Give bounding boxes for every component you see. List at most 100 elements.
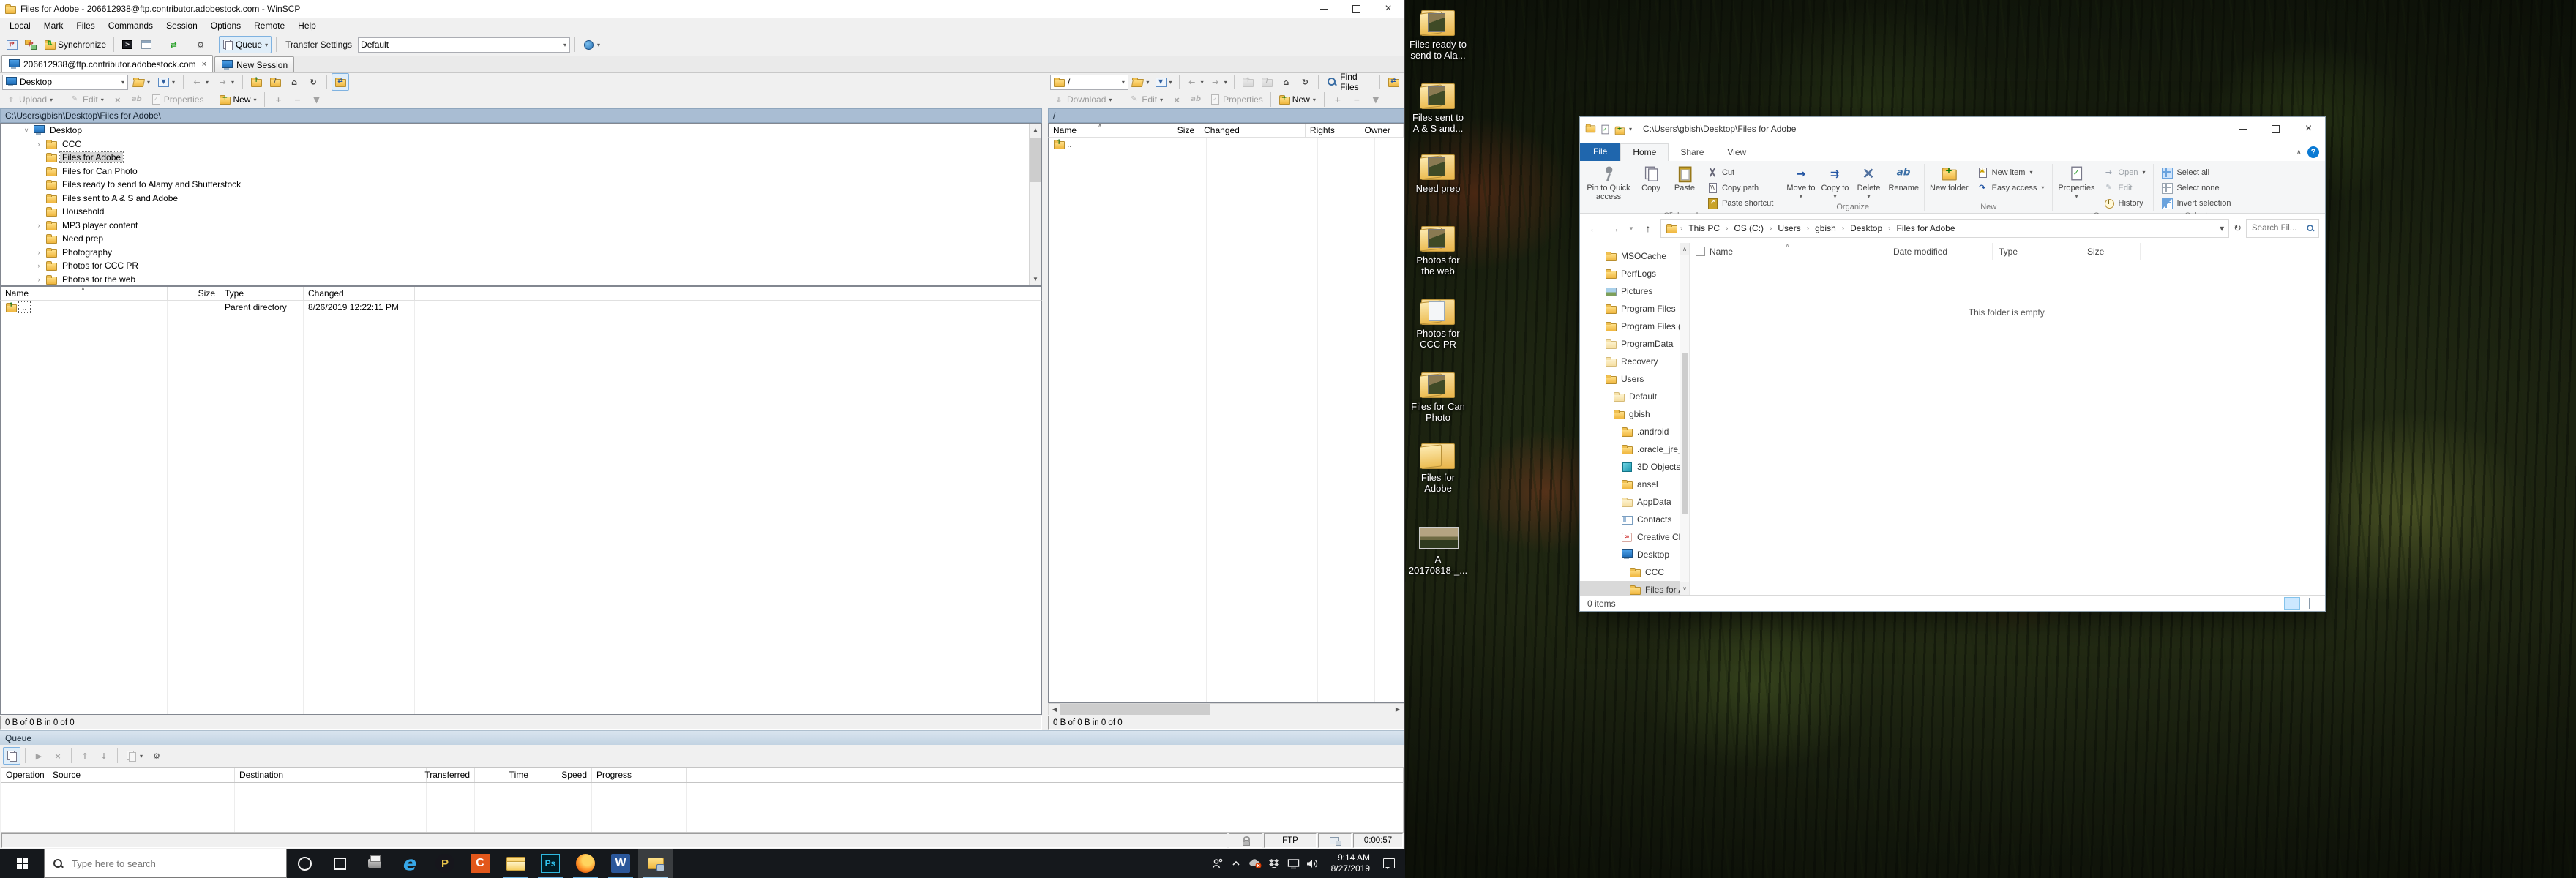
ribbon-button-new-item[interactable]: ✱New item▾ [1972,165,2051,180]
column-header-type[interactable]: Type [1993,243,2081,260]
tree-item-need-prep[interactable]: Need prep [1,232,1041,246]
add-to-selection-button[interactable]: + [269,91,287,108]
address-bar-dropdown[interactable]: ▾ [2220,223,2224,233]
desktop-icon-files-ready-to-send-to-ala[interactable]: Files ready tosend to Ala... [1406,6,1470,61]
close-tab-icon[interactable]: × [200,60,206,69]
tree-item-photography[interactable]: ›Photography [1,246,1041,260]
sidebar-item-program-files[interactable]: Program Files [1580,300,1689,318]
tree-item-household[interactable]: Household [1,205,1041,219]
breadcrumb-this-pc[interactable]: This PC [1685,222,1723,235]
taskbar-app-task-view[interactable] [322,849,357,878]
queue-column-speed[interactable]: Speed [533,768,592,782]
local-directory-combo[interactable]: Desktop▾ [2,75,128,90]
tree-item-photos-for-the-web[interactable]: ›Photos for the web [1,273,1041,287]
taskbar-search-input[interactable] [70,858,278,870]
rename-button[interactable]: ab [1187,91,1205,108]
large-icons-view-button[interactable] [2302,597,2318,610]
taskbar-app-photoshop[interactable]: Ps [533,849,568,878]
remote-directory-combo[interactable]: /▾ [1050,75,1128,90]
remove-from-selection-button[interactable]: − [288,91,306,108]
tree-item-files-sent-to-a-s-and-adobe[interactable]: Files sent to A & S and Adobe [1,192,1041,206]
breadcrumb[interactable]: ›This PC›OS (C:)›Users›gbish›Desktop›Fil… [1660,219,2229,238]
queue-column-destination[interactable]: Destination [235,768,427,782]
tab-view[interactable]: View [1715,144,1758,161]
sidebar-item-gbish[interactable]: gbish [1580,405,1689,423]
file-row-parent-directory[interactable]: ↑..Parent directory8/26/2019 12:22:11 PM [1,301,1041,314]
breadcrumb-files-for-adobe[interactable]: Files for Adobe [1893,222,1958,235]
close-button[interactable] [1372,0,1404,18]
queue-preferences-button[interactable]: ⚙ [148,747,165,765]
breadcrumb-gbish[interactable]: gbish [1812,222,1839,235]
minimize-button[interactable] [1308,0,1340,18]
queue-column-transferred[interactable]: Transferred [427,768,475,782]
close-button[interactable] [2292,117,2325,140]
delete-button[interactable]: × [1168,91,1186,108]
taskbar-app-p-app[interactable]: P [427,849,463,878]
ribbon-button-delete[interactable]: ×Delete▾ [1852,162,1885,202]
maximize-button[interactable] [2259,117,2292,140]
sidebar-item-ansel[interactable]: ansel [1580,476,1689,493]
forward-button[interactable]: →▾ [1208,73,1229,91]
scroll-thumb[interactable] [1060,704,1210,715]
back-button[interactable]: ← [1586,222,1602,234]
tray-onedrive-error-icon[interactable] [1246,849,1265,878]
qat-folder-icon[interactable] [1584,122,1596,136]
expander-icon[interactable]: › [35,262,42,269]
scroll-up-arrow[interactable]: ∧ [1680,243,1689,255]
tray-dropbox-icon[interactable] [1265,849,1284,878]
maximize-button[interactable] [1340,0,1372,18]
breadcrumb-os-c[interactable]: OS (C:) [1731,222,1767,235]
ribbon-button-select-all[interactable]: Select all [2156,165,2236,180]
queue-column-time[interactable]: Time [475,768,533,782]
action-center-button[interactable] [1373,858,1405,868]
sidebar-item-contacts[interactable]: Contacts [1580,511,1689,528]
ribbon-button-cut[interactable]: Cut [1701,165,1778,180]
scroll-down-arrow[interactable]: ▼ [1030,273,1041,285]
breadcrumb-desktop[interactable]: Desktop [1847,222,1885,235]
remote-file-list[interactable]: ↑.. [1048,138,1404,703]
back-button[interactable]: ←▾ [188,73,212,91]
new-button[interactable]: +New▾ [1276,91,1319,108]
session-tab-new-session[interactable]: New Session [214,56,294,72]
back-button[interactable]: ←▾ [1184,73,1206,91]
column-header-date-modified[interactable]: Date modified [1887,243,1993,260]
tray-hidden-icons-icon[interactable] [1227,849,1246,878]
selection-filter-button[interactable]: ▼ [1367,91,1385,108]
selection-filter-button[interactable]: ▼ [307,91,325,108]
remove-from-selection-button[interactable]: − [1348,91,1366,108]
sidebar-item-appdata[interactable]: AppData [1580,493,1689,511]
sidebar-item-perflogs[interactable]: PerfLogs [1580,265,1689,282]
ribbon-button-paste-shortcut[interactable]: ↗Paste shortcut [1701,195,1778,211]
sidebar-item-3d-objects[interactable]: 3D Objects [1580,458,1689,476]
upload-button[interactable]: ⇑Upload▾ [2,91,56,108]
refresh-button[interactable]: ↻ [1296,73,1314,91]
column-header-size[interactable]: Size [1153,124,1199,137]
forward-button[interactable]: →▾ [214,73,238,91]
scroll-thumb[interactable] [1030,138,1041,182]
tray-people-icon[interactable] [1208,849,1227,878]
resume-button[interactable]: ▶ [30,747,48,765]
sidebar-item-msocache[interactable]: MSOCache [1580,247,1689,265]
menu-item-session[interactable]: Session [160,19,204,32]
ribbon-button-history[interactable]: History [2098,195,2152,211]
session-color-button[interactable]: ▾ [580,36,604,53]
edit-button[interactable]: ✎Edit▾ [1125,91,1167,108]
sidebar-item-default[interactable]: Default [1580,388,1689,405]
resume-transfers-button[interactable]: ⇄ [165,36,182,53]
tree-item-ccc[interactable]: ›CCC [1,138,1041,151]
minimize-button[interactable] [2226,117,2259,140]
open-directory-button[interactable]: ▾ [130,73,154,91]
queue-list[interactable] [1,783,1404,833]
refresh-icon[interactable]: ↻ [2234,222,2242,234]
desktop-icon-files-for-adobe[interactable]: Files forAdobe [1406,439,1470,494]
scroll-track[interactable] [1060,704,1392,715]
taskbar-search[interactable] [44,849,287,878]
ribbon-button-move-to[interactable]: →Move to▾ [1783,162,1818,202]
recent-locations-caret[interactable]: ▾ [1627,225,1636,233]
up-button[interactable]: ↑ [1640,222,1656,234]
collapse-ribbon-icon[interactable]: ∧ [2296,149,2302,157]
column-header-size[interactable]: Size [2081,243,2141,260]
taskbar-app-file-explorer[interactable] [498,849,533,878]
ribbon-button-copy-to[interactable]: ⇉Copy to▾ [1818,162,1852,202]
filter-button[interactable]: ▼▾ [155,73,179,91]
